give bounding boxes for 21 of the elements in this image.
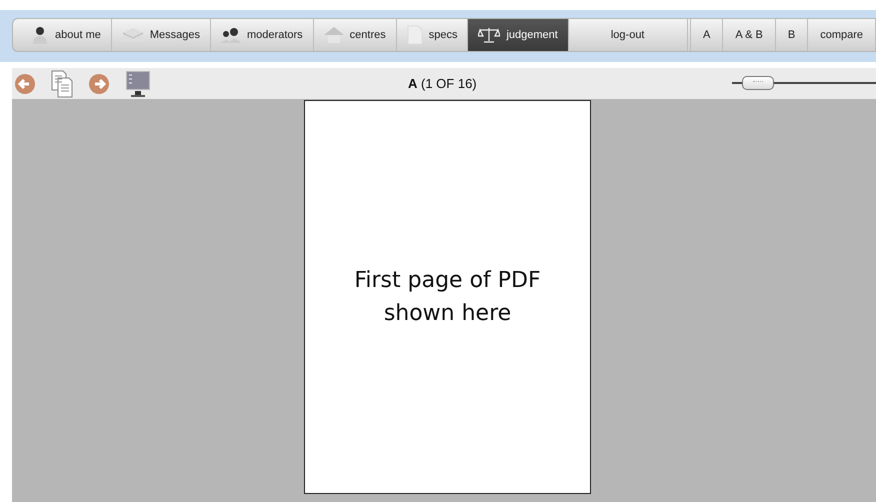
documents-icon[interactable] xyxy=(50,70,74,98)
scales-icon xyxy=(478,27,500,43)
page-text: shown here xyxy=(384,300,512,328)
nav-tab[interactable]: centres xyxy=(314,19,397,51)
house-icon xyxy=(324,27,344,43)
people-icon xyxy=(221,27,242,43)
page-text: First page of PDF xyxy=(354,267,541,295)
nav-tab[interactable]: specs xyxy=(396,19,468,51)
view-tab[interactable]: A & B xyxy=(723,19,776,51)
nav-tab[interactable]: judgement xyxy=(468,19,569,51)
monitor-icon[interactable] xyxy=(124,70,152,98)
view-tab[interactable]: A xyxy=(690,19,724,51)
document-icon xyxy=(406,25,423,45)
person-icon xyxy=(31,26,49,44)
view-tab[interactable]: compare xyxy=(808,19,876,51)
page-counter: A (1 OF 16) xyxy=(408,76,477,91)
nav-tab[interactable]: moderators xyxy=(211,19,314,51)
nav-tab[interactable]: about me xyxy=(13,19,112,51)
view-tab[interactable]: B xyxy=(776,19,808,51)
nav-tab[interactable]: Messages xyxy=(112,19,212,51)
nav-tab[interactable]: log-out xyxy=(568,19,688,51)
